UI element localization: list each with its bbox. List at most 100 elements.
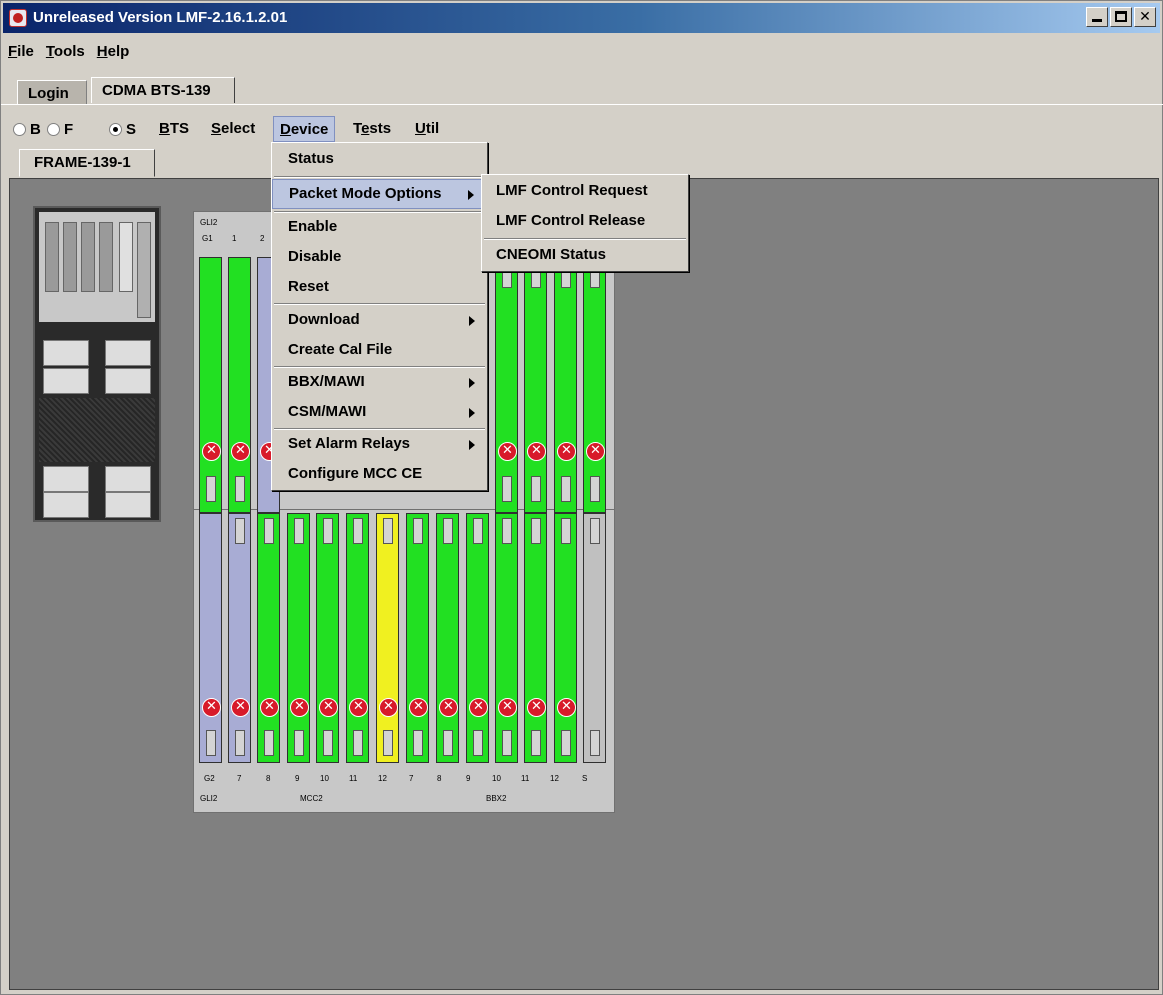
tab-divider (1, 104, 1163, 105)
card-mcc-11[interactable]: ✕ (346, 513, 369, 763)
cabinet-slot (119, 222, 133, 292)
card-ejector (502, 730, 512, 756)
alarm-icon: ✕ (557, 698, 576, 717)
menu-select[interactable]: Select (205, 116, 261, 142)
menu-util[interactable]: Util (409, 116, 445, 142)
menu-item-disable[interactable]: Disable (272, 243, 487, 273)
card-bbx-10[interactable]: ✕ (495, 513, 518, 763)
menu-item-download[interactable]: Download (272, 306, 487, 336)
card-ejector (353, 518, 363, 544)
lower-slot-label: 9 (295, 774, 300, 783)
card-ejector (353, 730, 363, 756)
menu-item-reset[interactable]: Reset (272, 273, 487, 303)
alarm-icon: ✕ (349, 698, 368, 717)
card-ejector (383, 518, 393, 544)
submenu-arrow-icon (469, 440, 475, 450)
cabinet-vent (39, 398, 155, 462)
card-mcc-7[interactable]: ✕ (228, 513, 251, 763)
cabinet-module (105, 492, 151, 518)
card-g1[interactable]: ✕ (199, 257, 222, 513)
cabinet-top-shelf (39, 212, 155, 322)
card-mcc-12[interactable]: ✕ (376, 513, 399, 763)
cabinet-image[interactable] (33, 206, 161, 522)
card-g2[interactable]: ✕ (199, 513, 222, 763)
title-bar[interactable]: Unreleased Version LMF-2.16.1.2.01 ✕ (3, 3, 1160, 33)
lower-slot-label: 10 (320, 774, 329, 783)
card-bbx-9[interactable]: ✕ (466, 513, 489, 763)
radio-f[interactable]: F (47, 121, 73, 138)
cabinet-module (43, 368, 89, 394)
alarm-icon: ✕ (527, 698, 546, 717)
cabinet-slot (63, 222, 77, 292)
card-switch[interactable] (583, 513, 606, 763)
card-upper-bbx-4[interactable]: ✕ (583, 257, 606, 513)
card-ejector (206, 476, 216, 502)
alarm-icon: ✕ (260, 698, 279, 717)
card-slot-1[interactable]: ✕ (228, 257, 251, 513)
card-ejector (235, 476, 245, 502)
card-upper-bbx-3[interactable]: ✕ (554, 257, 577, 513)
card-ejector (443, 730, 453, 756)
card-mcc-10[interactable]: ✕ (316, 513, 339, 763)
card-ejector (502, 518, 512, 544)
toolbar: B F S BTS Select Device Tests Util (1, 113, 1163, 143)
main-tabs: Login CDMA BTS-139 (1, 77, 1163, 105)
menu-separator (274, 176, 485, 178)
maximize-icon (1115, 11, 1127, 22)
menu-bts[interactable]: BTS (153, 116, 195, 142)
card-ejector (531, 476, 541, 502)
menu-item-status[interactable]: Status (272, 145, 487, 175)
menu-item-set-alarm-relays[interactable]: Set Alarm Relays (272, 430, 487, 460)
upper-slot-label: 1 (232, 234, 237, 243)
menu-device[interactable]: Device (273, 116, 336, 142)
close-button[interactable]: ✕ (1134, 7, 1156, 27)
card-upper-bbx-1[interactable]: ✕ (495, 257, 518, 513)
menu-item-csm-mawi[interactable]: CSM/MAWI (272, 398, 487, 428)
menu-item-configure-mcc-ce[interactable]: Configure MCC CE (272, 460, 487, 490)
alarm-icon: ✕ (319, 698, 338, 717)
radio-b[interactable]: B (13, 121, 41, 138)
card-mcc-8[interactable]: ✕ (257, 513, 280, 763)
menu-item-cneomi-status[interactable]: CNEOMI Status (482, 241, 688, 271)
radio-s[interactable]: S (109, 121, 136, 138)
menu-tests[interactable]: Tests (347, 116, 397, 142)
minimize-button[interactable] (1086, 7, 1108, 27)
menu-item-bbx-mawi[interactable]: BBX/MAWI (272, 368, 487, 398)
menu-item-packet-mode-options[interactable]: Packet Mode Options (272, 179, 487, 209)
card-ejector (413, 730, 423, 756)
alarm-icon: ✕ (202, 442, 221, 461)
card-bbx-7[interactable]: ✕ (406, 513, 429, 763)
menu-separator (274, 303, 485, 305)
card-upper-bbx-2[interactable]: ✕ (524, 257, 547, 513)
card-ejector (531, 730, 541, 756)
alarm-icon: ✕ (586, 442, 605, 461)
menu-item-lmf-control-release[interactable]: LMF Control Release (482, 207, 688, 237)
card-bbx-12[interactable]: ✕ (554, 513, 577, 763)
tab-login[interactable]: Login (17, 80, 87, 104)
menu-tools[interactable]: Tools (41, 39, 90, 67)
maximize-button[interactable] (1110, 7, 1132, 27)
tab-frame[interactable]: FRAME-139-1 (19, 149, 155, 177)
card-bbx-11[interactable]: ✕ (524, 513, 547, 763)
submenu-arrow-icon (469, 408, 475, 418)
lower-slot-label: 11 (521, 774, 530, 783)
lower-group-label: BBX2 (486, 794, 507, 803)
lower-slot-label: 12 (378, 774, 387, 783)
menu-item-enable[interactable]: Enable (272, 213, 487, 243)
menu-help[interactable]: Help (92, 39, 135, 67)
tab-cdma-bts[interactable]: CDMA BTS-139 (91, 77, 235, 103)
menu-item-create-cal-file[interactable]: Create Cal File (272, 336, 487, 366)
alarm-icon: ✕ (202, 698, 221, 717)
lower-slot-label: 11 (349, 774, 358, 783)
card-bbx-8[interactable]: ✕ (436, 513, 459, 763)
menu-file[interactable]: File (3, 39, 39, 67)
card-ejector (294, 730, 304, 756)
menu-item-lmf-control-request[interactable]: LMF Control Request (482, 177, 688, 207)
minimize-icon (1092, 19, 1102, 22)
card-ejector (531, 518, 541, 544)
card-ejector (473, 518, 483, 544)
device-menu: Status Packet Mode Options Enable Disabl… (271, 142, 488, 491)
menu-bar: File Tools Help (3, 39, 134, 67)
lower-slot-label: 7 (409, 774, 414, 783)
card-mcc-9[interactable]: ✕ (287, 513, 310, 763)
